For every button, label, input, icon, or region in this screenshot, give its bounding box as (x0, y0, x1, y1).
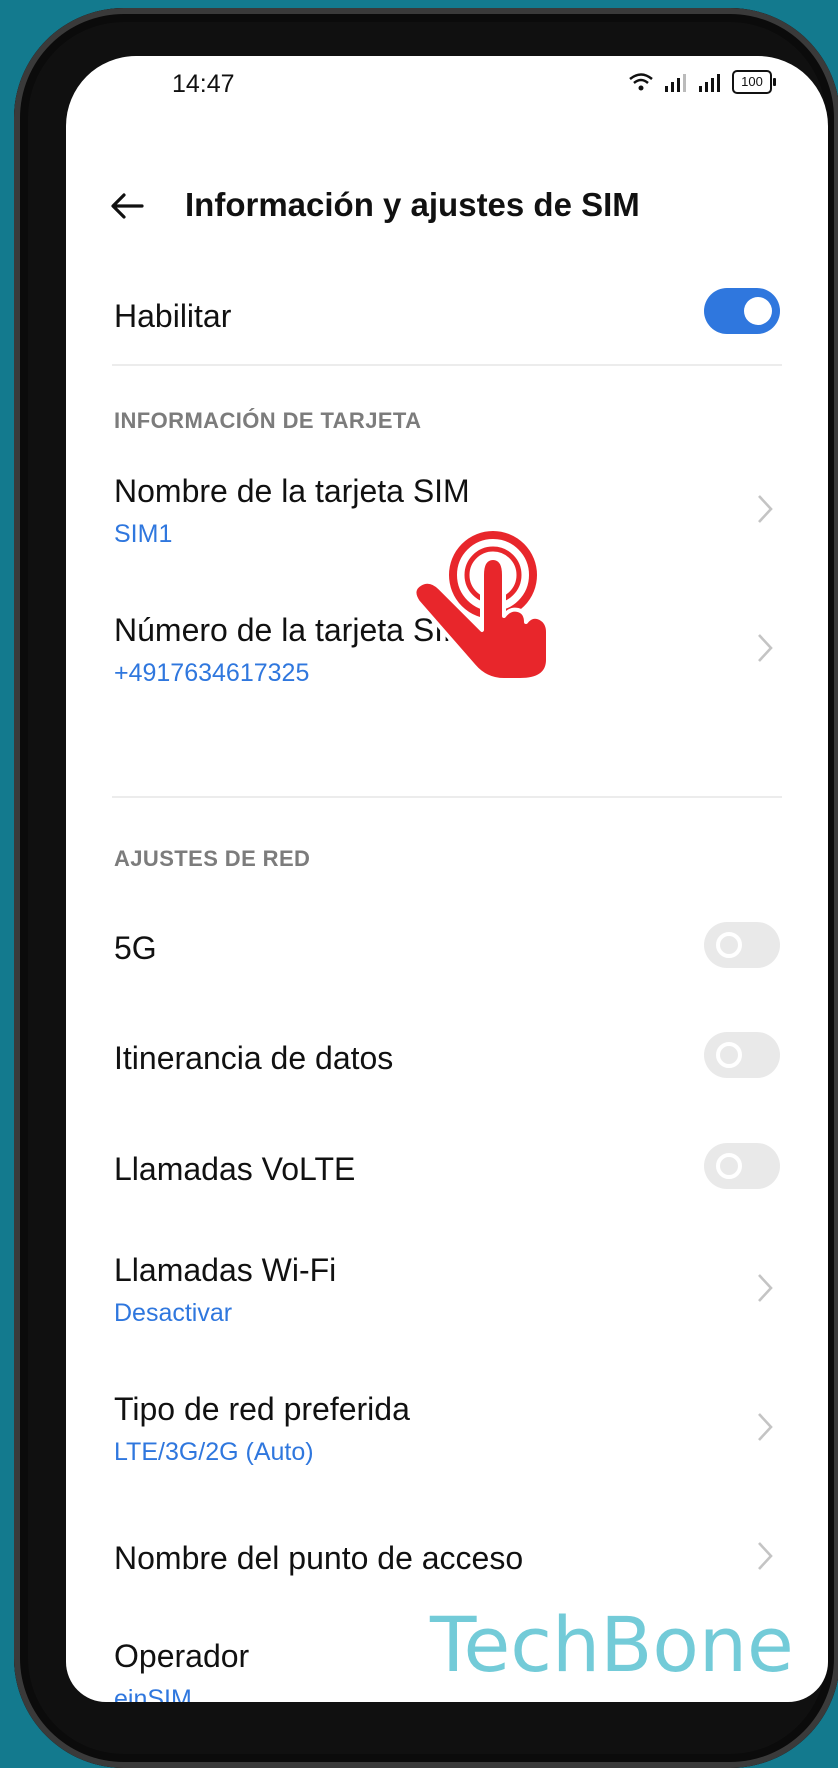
wifi-calling-value: Desactivar (114, 1299, 233, 1327)
phone-frame: 14:47 100 Información y ajustes de SIM H… (14, 8, 838, 1768)
status-bar: 14:47 100 (66, 56, 828, 116)
roaming-label: Itinerancia de datos (114, 1040, 394, 1076)
back-arrow-icon[interactable] (108, 186, 148, 226)
list-item-network-type[interactable]: Tipo de red preferida LTE/3G/2G (Auto) (114, 1391, 780, 1487)
chevron-right-icon (754, 1272, 776, 1304)
tap-hand-icon (412, 531, 550, 680)
page-title: Información y ajustes de SIM (185, 186, 640, 223)
network-type-value: LTE/3G/2G (Auto) (114, 1438, 314, 1466)
battery-icon: 100 (732, 70, 776, 94)
screen: 14:47 100 Información y ajustes de SIM H… (66, 56, 828, 1702)
section-network: AJUSTES DE RED (114, 846, 311, 871)
divider (112, 796, 782, 798)
status-time: 14:47 (172, 70, 235, 98)
list-item-roaming[interactable]: Itinerancia de datos (114, 1032, 780, 1082)
section-card-info: INFORMACIÓN DE TARJETA (114, 408, 422, 433)
roaming-toggle[interactable] (704, 1032, 780, 1078)
wifi-icon (629, 73, 653, 91)
list-item-volte[interactable]: Llamadas VoLTE (114, 1143, 780, 1193)
header: Información y ajustes de SIM (66, 176, 828, 236)
chevron-right-icon (754, 632, 776, 664)
signal-icon (665, 74, 686, 92)
signal-icon-2 (699, 74, 720, 92)
volte-toggle[interactable] (704, 1143, 780, 1189)
apn-title: Nombre del punto de acceso (114, 1540, 524, 1576)
list-item-5g[interactable]: 5G (114, 922, 780, 972)
list-item-wifi-calling[interactable]: Llamadas Wi-Fi Desactivar (114, 1252, 780, 1348)
status-icons: 100 (628, 70, 776, 94)
chevron-right-icon (754, 1411, 776, 1443)
watermark: TechBone (430, 1600, 794, 1689)
chevron-right-icon (754, 493, 776, 525)
enable-toggle[interactable] (704, 288, 780, 334)
divider (112, 364, 782, 366)
wifi-calling-title: Llamadas Wi-Fi (114, 1252, 337, 1288)
volte-label: Llamadas VoLTE (114, 1151, 356, 1187)
enable-label: Habilitar (114, 298, 232, 334)
5g-toggle[interactable] (704, 922, 780, 968)
list-item-apn[interactable]: Nombre del punto de acceso (114, 1534, 780, 1584)
network-type-title: Tipo de red preferida (114, 1391, 410, 1427)
5g-label: 5G (114, 930, 157, 966)
enable-row[interactable]: Habilitar (114, 288, 780, 352)
chevron-right-icon (754, 1540, 776, 1572)
